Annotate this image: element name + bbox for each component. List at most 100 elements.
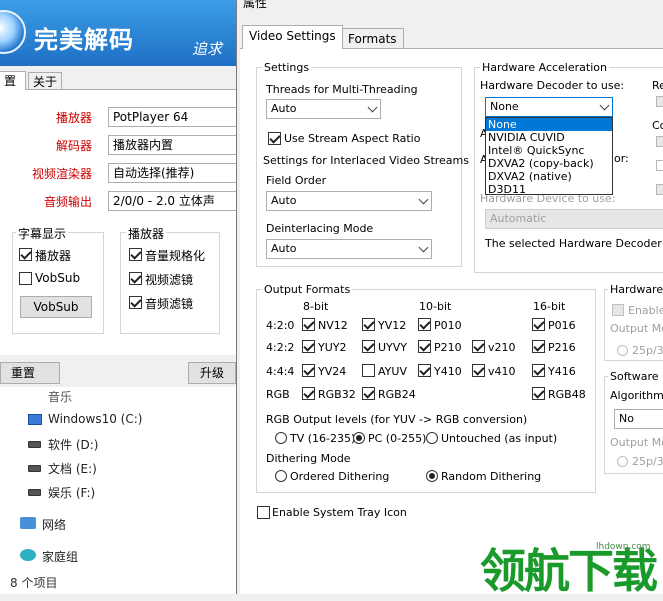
subtitle-player-checkbox[interactable] (19, 248, 32, 261)
explorer-item-network[interactable]: 网络 (42, 516, 66, 533)
upgrade-button[interactable]: 升级 (188, 362, 236, 384)
hw-deint-rate-radio[interactable] (617, 345, 628, 356)
hw-partial-re: Re (652, 79, 663, 92)
dropdown-option[interactable]: None (486, 118, 612, 131)
field-order-select[interactable]: Auto (266, 191, 432, 211)
format-checkbox[interactable] (532, 364, 545, 377)
subtitle-vobsub-checkbox[interactable] (19, 272, 32, 285)
format-checkbox[interactable] (472, 364, 485, 377)
format-checkbox[interactable] (302, 340, 315, 353)
explorer-item-d[interactable]: 软件 (D:) (48, 436, 98, 453)
deint-value: Auto (271, 242, 297, 255)
player-select[interactable]: PotPlayer 64 (108, 107, 248, 127)
drive-icon (28, 465, 41, 472)
format-label: P210 (434, 341, 462, 354)
format-label: P010 (434, 319, 462, 332)
ordered-dither-radio[interactable] (275, 470, 287, 482)
chevron-down-icon (367, 102, 378, 113)
hw-deint-enable-label: Enable (628, 304, 663, 317)
dropdown-option[interactable]: NVIDIA CUVID (486, 131, 612, 144)
format-checkbox[interactable] (302, 387, 315, 400)
tab-formats[interactable]: Formats (341, 28, 404, 50)
explorer-item-e[interactable]: 文档 (E:) (48, 460, 97, 477)
dropdown-option[interactable]: DXVA2 (copy-back) (486, 157, 612, 170)
threads-select[interactable]: Auto (266, 99, 381, 119)
levels-tv-radio[interactable] (275, 432, 287, 444)
hw-checkbox-partial[interactable] (656, 96, 663, 107)
format-checkbox[interactable] (418, 364, 431, 377)
row-label-444: 4:4:4 (266, 365, 295, 378)
sw-algorithm-label: Algorithm (610, 389, 663, 402)
player-label: 播放器 (55, 111, 92, 125)
sw-rate-radio[interactable] (617, 456, 628, 467)
tab-about[interactable]: 关于 (28, 72, 62, 90)
tab-video-settings[interactable]: Video Settings (242, 25, 343, 49)
format-checkbox[interactable] (302, 318, 315, 331)
random-dither-radio[interactable] (426, 470, 438, 482)
decoder-label: 解码器 (55, 139, 92, 153)
settings-title: Settings (262, 61, 312, 74)
format-label: YUY2 (318, 341, 347, 354)
reset-button[interactable]: 重置 (0, 362, 60, 384)
format-label: P016 (548, 319, 576, 332)
hw-partial-or: or: (614, 152, 629, 165)
hw-deint-rate-label: 25p/30 (632, 344, 663, 357)
format-checkbox[interactable] (362, 387, 375, 400)
player-group-title: 播放器 (126, 225, 167, 242)
tab-settings[interactable]: 置 (0, 71, 26, 91)
deint-label: Deinterlacing Mode (266, 222, 374, 235)
format-checkbox[interactable] (532, 387, 545, 400)
format-checkbox[interactable] (418, 340, 431, 353)
levels-pc-radio[interactable] (353, 432, 365, 444)
hw-checkbox-partial[interactable] (656, 160, 663, 171)
format-checkbox[interactable] (362, 364, 375, 377)
tray-icon-label: Enable System Tray Icon (272, 506, 407, 519)
deint-select[interactable]: Auto (266, 239, 432, 259)
hw-checkbox-partial[interactable] (656, 184, 663, 195)
dropdown-option[interactable]: D3D11 (486, 183, 612, 196)
tray-icon-checkbox[interactable] (257, 506, 270, 519)
explorer-item-music[interactable]: 音乐 (48, 388, 72, 405)
ordered-dither-label: Ordered Dithering (290, 470, 390, 483)
format-checkbox[interactable] (418, 318, 431, 331)
audio-output-select[interactable]: 2/0/0 - 2.0 立体声 (108, 191, 248, 211)
chevron-down-icon (599, 100, 610, 111)
explorer-item-homegroup[interactable]: 家庭组 (42, 548, 78, 565)
decoder-select[interactable]: 播放器内置 (108, 135, 248, 155)
levels-pc-label: PC (0-255) (368, 432, 427, 445)
levels-untouched-radio[interactable] (426, 432, 438, 444)
subtitle-vobsub-label: VobSub (35, 271, 81, 285)
format-checkbox[interactable] (532, 318, 545, 331)
threads-label: Threads for Multi-Threading (266, 83, 418, 96)
app-slogan: 追求 (192, 40, 223, 58)
dropdown-option[interactable]: Intel® QuickSync (486, 144, 612, 157)
volume-normalize-checkbox[interactable] (129, 248, 142, 261)
col-16bit: 16-bit (533, 300, 566, 313)
sw-algorithm-select[interactable]: No Softw (614, 409, 663, 429)
hw-checkbox-partial[interactable] (656, 136, 663, 147)
app-brand: 完美解码 (34, 26, 134, 54)
renderer-select[interactable]: 自动选择(推荐) (108, 163, 248, 183)
col-10bit: 10-bit (419, 300, 452, 313)
format-checkbox[interactable] (472, 340, 485, 353)
hw-device-select[interactable]: Automatic (485, 209, 663, 229)
explorer-item-f[interactable]: 娱乐 (F:) (48, 484, 95, 501)
hw-decoder-select[interactable]: None (485, 97, 613, 117)
format-checkbox[interactable] (302, 364, 315, 377)
video-filter-checkbox[interactable] (129, 272, 142, 285)
audio-filter-checkbox[interactable] (129, 296, 142, 309)
dropdown-option[interactable]: DXVA2 (native) (486, 170, 612, 183)
hw-device-value: Automatic (490, 212, 547, 225)
hw-decoder-label: Hardware Decoder to use: (480, 79, 625, 92)
hw-deint-enable-checkbox[interactable] (612, 304, 624, 316)
audio-output-label: 音频输出 (43, 195, 92, 209)
renderer-label: 视频渲染器 (31, 167, 92, 181)
sw-deint-title: Software D (608, 370, 663, 383)
format-checkbox[interactable] (532, 340, 545, 353)
stream-aspect-checkbox[interactable] (268, 132, 281, 145)
levels-untouched-label: Untouched (as input) (441, 432, 558, 445)
format-checkbox[interactable] (362, 340, 375, 353)
vobsub-button[interactable]: VobSub (20, 296, 92, 318)
explorer-item-c[interactable]: Windows10 (C:) (48, 412, 142, 426)
format-checkbox[interactable] (362, 318, 375, 331)
